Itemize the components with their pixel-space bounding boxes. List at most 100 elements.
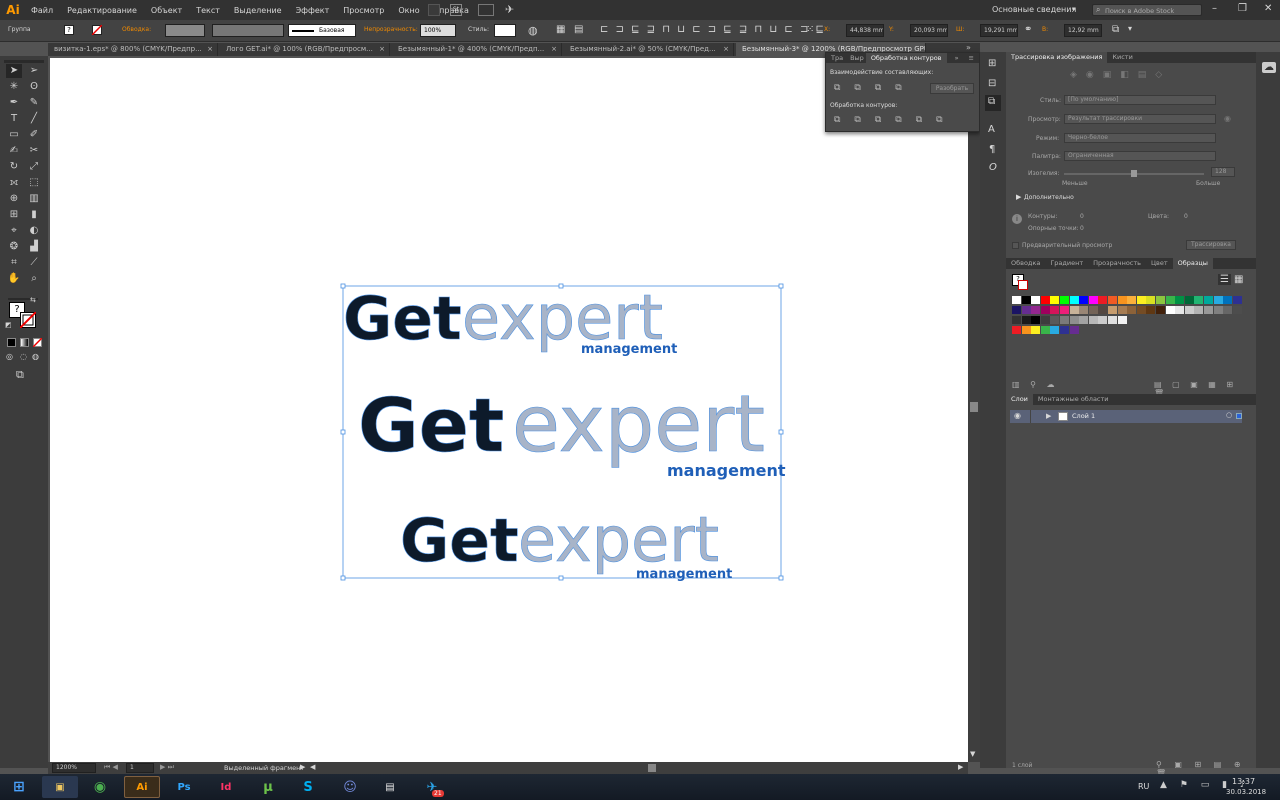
- constrain-proportions-icon[interactable]: ⚭: [1024, 24, 1032, 35]
- next-artboard-icon[interactable]: ▶ ⏭: [160, 763, 174, 772]
- selection-indicator[interactable]: [1236, 413, 1242, 419]
- transform-panel-icon[interactable]: ⊞: [988, 58, 996, 69]
- advanced-toggle-icon[interactable]: ▶: [1016, 193, 1021, 201]
- x-field[interactable]: 44,838 mm: [846, 24, 884, 37]
- column-graph-tool-icon[interactable]: ▟: [26, 240, 42, 254]
- scale-tool-icon[interactable]: ⤢: [26, 160, 42, 174]
- color-swatch[interactable]: [1088, 296, 1098, 304]
- scroll-down-icon[interactable]: ▼: [970, 750, 975, 758]
- color-swatch[interactable]: [1021, 296, 1031, 304]
- eyedropper-tool-icon[interactable]: ⌖: [6, 224, 22, 238]
- align-panel-icon[interactable]: ⊟: [988, 78, 996, 89]
- color-swatch[interactable]: [1079, 306, 1089, 314]
- advanced-label[interactable]: Дополнительно: [1024, 194, 1074, 201]
- color-swatch[interactable]: [1031, 306, 1041, 314]
- screen-mode-icon[interactable]: ⧉: [16, 368, 24, 382]
- color-swatch[interactable]: [1031, 316, 1041, 324]
- artboard[interactable]: Get expert management Get expert managem…: [50, 58, 968, 762]
- perspective-grid-tool-icon[interactable]: ▥: [26, 192, 42, 206]
- layer-row[interactable]: ◉ ▶ Слой 1 ○: [1010, 410, 1242, 423]
- menu-object[interactable]: Объект: [144, 6, 189, 15]
- close-window-icon[interactable]: ✕: [1264, 3, 1272, 14]
- grid-view-icon[interactable]: ▦: [1234, 274, 1243, 285]
- color-swatch[interactable]: [1060, 316, 1069, 324]
- color-swatch[interactable]: [1040, 306, 1050, 314]
- color-swatch[interactable]: [1223, 306, 1233, 314]
- skype-icon[interactable]: S: [290, 776, 326, 798]
- tab-layers[interactable]: Слои: [1006, 394, 1033, 405]
- preview-checkbox[interactable]: [1012, 242, 1019, 249]
- width-tool-icon[interactable]: ⟗: [6, 176, 22, 190]
- color-swatch[interactable]: [1060, 296, 1069, 304]
- color-swatch[interactable]: [1060, 326, 1069, 334]
- trace-button[interactable]: Трассировка: [1186, 240, 1236, 250]
- brush-definition-field[interactable]: Базовая: [288, 24, 356, 37]
- color-swatch[interactable]: [1021, 326, 1031, 334]
- explorer-icon[interactable]: ▣: [42, 776, 78, 798]
- graphic-style-swatch[interactable]: [494, 24, 516, 37]
- menu-window[interactable]: Окно: [391, 6, 426, 15]
- color-swatch[interactable]: [1098, 296, 1108, 304]
- color-swatch[interactable]: [1098, 316, 1108, 324]
- view-select[interactable]: Результат трассировки: [1064, 114, 1216, 124]
- status-menu-icon[interactable]: ▶: [300, 763, 305, 771]
- color-swatch[interactable]: [1040, 326, 1050, 334]
- color-swatch[interactable]: [1069, 306, 1079, 314]
- blend-tool-icon[interactable]: ◐: [26, 224, 42, 238]
- color-swatch[interactable]: [1127, 296, 1137, 304]
- stroke-swatch[interactable]: [92, 25, 102, 35]
- threshold-field[interactable]: 128: [1211, 167, 1235, 177]
- paintbrush-tool-icon[interactable]: ✐: [26, 128, 42, 142]
- color-swatch[interactable]: [1050, 296, 1060, 304]
- color-swatch[interactable]: [1165, 306, 1175, 314]
- color-swatch[interactable]: [1117, 316, 1127, 324]
- eraser-tool-icon[interactable]: ✂: [26, 144, 42, 158]
- rotate-tool-icon[interactable]: ↻: [6, 160, 22, 174]
- stock-icon[interactable]: St: [450, 4, 462, 16]
- panel-menu-icon[interactable]: ≡: [964, 53, 979, 63]
- color-swatch[interactable]: [1098, 306, 1108, 314]
- menu-edit[interactable]: Редактирование: [60, 6, 144, 15]
- scroll-left-icon[interactable]: ◀: [310, 763, 315, 771]
- free-transform-tool-icon[interactable]: ⬚: [26, 176, 42, 190]
- tab-transparency[interactable]: Прозрачность: [1088, 258, 1146, 269]
- color-swatch[interactable]: [1184, 296, 1194, 304]
- color-swatch[interactable]: [1204, 296, 1213, 304]
- doc-tab[interactable]: Безымянный-2.ai* @ 50% (CMYK/Пред... ×: [564, 43, 734, 56]
- color-swatch[interactable]: [1204, 306, 1213, 314]
- color-swatch[interactable]: [1040, 316, 1050, 324]
- color-swatch[interactable]: [1012, 306, 1021, 314]
- color-swatch[interactable]: [1021, 316, 1031, 324]
- doc-tab[interactable]: визитка-1.eps* @ 800% (CMYK/Предпр... ×: [48, 43, 218, 56]
- color-swatch[interactable]: [1060, 306, 1069, 314]
- type-tool-icon[interactable]: T: [6, 112, 22, 126]
- workspace-switcher[interactable]: Основные сведения: [992, 5, 1076, 14]
- variable-width-field[interactable]: [212, 24, 284, 37]
- default-fill-stroke-icon[interactable]: ◩: [5, 321, 12, 329]
- doc-tab[interactable]: Безымянный-1* @ 400% (CMYK/Предп... ×: [392, 43, 562, 56]
- y-field[interactable]: 20,093 mm: [910, 24, 948, 37]
- w-field[interactable]: 19,291 mm: [980, 24, 1018, 37]
- color-swatch[interactable]: [1012, 296, 1021, 304]
- tab-align[interactable]: Выр: [848, 53, 866, 63]
- slice-tool-icon[interactable]: ⟋: [26, 256, 42, 270]
- color-swatch[interactable]: [1088, 316, 1098, 324]
- menu-file[interactable]: Файл: [24, 6, 60, 15]
- tab-color[interactable]: Цвет: [1146, 258, 1173, 269]
- artboard-tool-icon[interactable]: ⌗: [6, 256, 22, 270]
- color-swatch[interactable]: [1156, 296, 1165, 304]
- transform-icon[interactable]: ⧉: [1112, 24, 1119, 35]
- color-swatch[interactable]: [1146, 296, 1156, 304]
- tab-artboards[interactable]: Монтажные области: [1033, 394, 1114, 405]
- zoom-tool-icon[interactable]: ⌕: [26, 272, 42, 286]
- color-swatch[interactable]: [1117, 296, 1127, 304]
- menu-select[interactable]: Выделение: [227, 6, 289, 15]
- color-swatch[interactable]: [1050, 316, 1060, 324]
- preset-select[interactable]: [По умолчанию]: [1064, 95, 1216, 105]
- discord-icon[interactable]: ☺: [332, 776, 368, 798]
- workspace-chevron-icon[interactable]: ▾: [1072, 5, 1076, 13]
- pen-tool-icon[interactable]: ✒: [6, 96, 22, 110]
- language-indicator[interactable]: RU: [1138, 782, 1149, 791]
- swap-fill-stroke-icon[interactable]: ⇆: [30, 296, 36, 304]
- close-tab-icon[interactable]: ×: [379, 43, 385, 56]
